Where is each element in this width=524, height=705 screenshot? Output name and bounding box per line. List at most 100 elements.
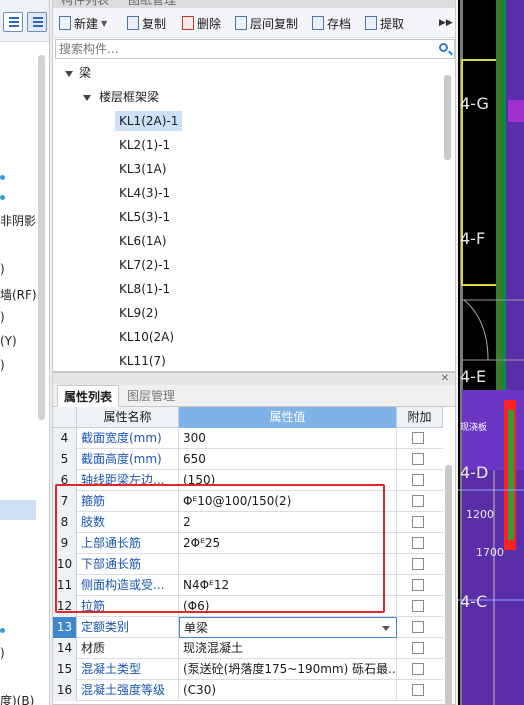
delete-button[interactable]: 删除 [182, 14, 221, 32]
left-item-label[interactable]: 非阴影 [0, 212, 36, 229]
property-row[interactable]: 7 箍筋 Φᴱ10@100/150(2) [53, 491, 443, 512]
new-button[interactable]: 新建 ▼ [59, 14, 107, 32]
property-row[interactable]: 6 轴线距梁左边... (150) [53, 470, 443, 491]
attach-checkbox[interactable] [412, 516, 424, 528]
property-value[interactable]: 300 [179, 428, 397, 449]
property-value[interactable] [179, 554, 397, 575]
extract-button[interactable]: 提取 [365, 14, 404, 32]
tree-item[interactable]: KL8(1)-1 [119, 279, 170, 299]
property-value[interactable]: (150) [179, 470, 397, 491]
row-number: 15 [53, 659, 77, 680]
left-item-label[interactable]: ) [0, 358, 5, 372]
property-row[interactable]: 9 上部通长筋 2Φᴱ25 [53, 533, 443, 554]
property-row[interactable]: 10 下部通长筋 [53, 554, 443, 575]
tree-item[interactable]: KL6(1A) [119, 231, 166, 251]
property-value[interactable]: (泵送砼(坍落度175~190mm) 砾石最... [179, 659, 397, 680]
attach-checkbox[interactable] [412, 621, 424, 633]
property-value[interactable]: (Φ6) [179, 596, 397, 617]
property-name: 上部通长筋 [77, 533, 179, 554]
tree-item[interactable]: KL9(2) [119, 303, 158, 323]
tree-item[interactable]: KL11(7) [119, 351, 166, 371]
property-scrollbar[interactable] [445, 465, 452, 704]
property-row[interactable]: 4 截面宽度(mm) 300 [53, 428, 443, 449]
row-number: 8 [53, 512, 77, 533]
tab-drawing-management[interactable]: 图纸管理 [128, 0, 176, 8]
attach-checkbox[interactable] [412, 537, 424, 549]
left-selected-item[interactable] [0, 500, 36, 520]
attach-checkbox[interactable] [412, 600, 424, 612]
left-scrollbar[interactable] [38, 55, 45, 420]
tree-root-beam[interactable]: 梁 [79, 63, 91, 83]
property-value[interactable]: Φᴱ10@100/150(2) [179, 491, 397, 512]
tree-item[interactable]: KL1(2A)-1 [115, 111, 183, 131]
attach-cell [397, 533, 443, 554]
left-item-label[interactable]: ) [0, 262, 5, 276]
more-arrow-icon[interactable]: ▶▶ [439, 14, 453, 32]
tab-layer-management[interactable]: 图层管理 [121, 385, 181, 407]
row-number: 4 [53, 428, 77, 449]
property-value[interactable]: (C30) [179, 680, 397, 701]
left-item-label[interactable]: ) [0, 310, 5, 324]
attach-cell [397, 680, 443, 701]
search-input[interactable] [56, 40, 426, 58]
save-button[interactable]: 存档 [312, 14, 351, 32]
left-item-label[interactable]: 墙(RF) [0, 286, 37, 303]
property-value[interactable]: 2 [179, 512, 397, 533]
attach-checkbox[interactable] [412, 642, 424, 654]
panel-close-icon[interactable]: ✕ [441, 373, 449, 384]
property-row[interactable]: 13 定额类别 单梁 [53, 617, 443, 638]
grid-view-icon[interactable] [27, 12, 47, 32]
property-name: 下部通长筋 [77, 554, 179, 575]
property-row[interactable]: 8 肢数 2 [53, 512, 443, 533]
component-scrollbar[interactable] [444, 75, 451, 160]
attach-checkbox[interactable] [412, 495, 424, 507]
property-row[interactable]: 16 混凝土强度等级 (C30) [53, 680, 443, 701]
new-label: 新建 [74, 16, 99, 31]
attach-checkbox[interactable] [412, 432, 424, 444]
attach-checkbox[interactable] [412, 558, 424, 570]
status-dot-icon [0, 195, 5, 200]
tree-item[interactable]: KL5(3)-1 [119, 207, 170, 227]
attach-checkbox[interactable] [412, 579, 424, 591]
dropdown-arrow-icon[interactable] [382, 626, 390, 631]
tree-item[interactable]: KL10(2A) [119, 327, 174, 347]
left-item-label[interactable]: (Y) [0, 334, 17, 348]
layer-copy-button[interactable]: 层间复制 [235, 14, 298, 32]
property-value-text: (150) [183, 473, 216, 487]
tree-item[interactable]: KL2(1)-1 [119, 135, 170, 155]
tree-item[interactable]: KL7(2)-1 [119, 255, 170, 275]
tree-item[interactable]: KL3(1A) [119, 159, 166, 179]
property-value-text: (泵送砼(坍落度175~190mm) 砾石最... [183, 662, 397, 676]
property-value[interactable]: 2Φᴱ25 [179, 533, 397, 554]
attach-checkbox[interactable] [412, 453, 424, 465]
property-row[interactable]: 5 截面高度(mm) 650 [53, 449, 443, 470]
attach-checkbox[interactable] [412, 663, 424, 675]
property-row[interactable]: 14 材质 现浇混凝土 [53, 638, 443, 659]
attach-checkbox[interactable] [412, 684, 424, 696]
attach-checkbox[interactable] [412, 474, 424, 486]
copy-button[interactable]: 复制 [127, 14, 166, 32]
property-name: 肢数 [77, 512, 179, 533]
property-value-text: 2 [183, 515, 191, 529]
search-icon[interactable] [439, 43, 448, 52]
row-number: 5 [53, 449, 77, 470]
dimension-1200: 1200 [466, 508, 494, 521]
tree-group-frame-beam[interactable]: 楼层框架梁 [99, 87, 159, 107]
property-row[interactable]: 11 侧面构造或受... N4Φᴱ12 [53, 575, 443, 596]
tab-component-list[interactable]: 构件列表 [61, 0, 109, 8]
left-item-label[interactable]: 度)(B) [0, 692, 34, 705]
tab-property-list[interactable]: 属性列表 [57, 385, 120, 407]
property-value[interactable]: 650 [179, 449, 397, 470]
collapse-arrow-icon[interactable] [65, 71, 73, 77]
list-view-icon[interactable] [3, 12, 23, 32]
property-row[interactable]: 15 混凝土类型 (泵送砼(坍落度175~190mm) 砾石最... [53, 659, 443, 680]
tree-item[interactable]: KL4(3)-1 [119, 183, 170, 203]
layer-copy-label: 层间复制 [250, 16, 299, 31]
left-item-label[interactable]: ) [0, 646, 5, 660]
property-value[interactable]: 现浇混凝土 [179, 638, 397, 659]
property-value[interactable]: N4Φᴱ12 [179, 575, 397, 596]
property-row[interactable]: 12 拉筋 (Φ6) [53, 596, 443, 617]
collapse-arrow-icon[interactable] [83, 95, 91, 101]
cad-drawing-area[interactable]: 4-G 4-F 4-E 4-D 4-C 1200 1700 现浇板 [458, 0, 524, 705]
property-value[interactable]: 单梁 [179, 617, 397, 638]
